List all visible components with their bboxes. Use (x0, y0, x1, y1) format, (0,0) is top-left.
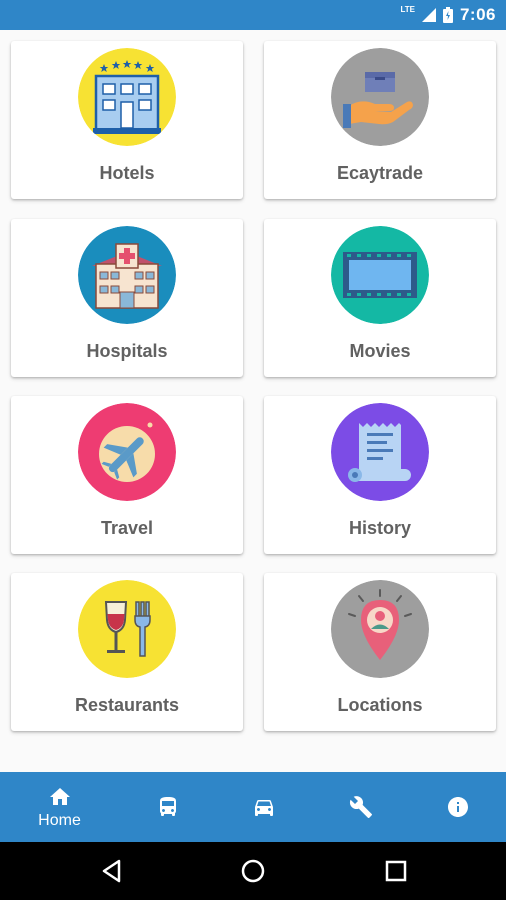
nav-services[interactable] (310, 772, 411, 842)
home-system-button[interactable] (239, 857, 267, 885)
car-icon (254, 800, 273, 816)
bus-icon (159, 797, 176, 816)
card-hospitals[interactable]: Hospitals (11, 219, 243, 377)
hotel-icon (78, 48, 176, 146)
system-navigation-bar (0, 842, 506, 900)
location-pin-icon (331, 580, 429, 678)
trade-icon (331, 48, 429, 146)
wrench-icon (349, 796, 372, 818)
card-label: Ecaytrade (336, 163, 424, 183)
airplane-icon (78, 403, 176, 501)
bottom-navigation: Home (0, 772, 506, 842)
card-movies[interactable]: Movies (264, 219, 496, 377)
nav-taxi[interactable] (213, 772, 314, 842)
card-locations[interactable]: Locations (264, 573, 496, 731)
card-travel[interactable]: Travel (11, 396, 243, 554)
status-icons: LTE 7:06 (400, 0, 496, 30)
card-label: Locations (337, 695, 423, 715)
home-icon (49, 787, 70, 805)
card-restaurants[interactable]: Restaurants (11, 573, 243, 731)
hospital-icon (78, 226, 176, 324)
card-label: Movies (349, 341, 411, 361)
card-label: Hospitals (86, 341, 168, 361)
scroll-icon (331, 403, 429, 501)
info-icon (447, 797, 468, 817)
nav-bus[interactable] (117, 772, 218, 842)
nav-home-label: Home (38, 811, 81, 829)
clock: 7:06 (459, 5, 496, 24)
battery-icon (442, 7, 453, 23)
back-triangle-icon (102, 859, 121, 883)
card-history[interactable]: History (264, 396, 496, 554)
recents-square-icon (385, 860, 407, 882)
category-grid: Hotels Ecaytrade Hospitals Movies Travel… (0, 30, 506, 772)
card-hotels[interactable]: Hotels (11, 41, 243, 199)
card-label: Travel (100, 518, 154, 538)
film-icon (331, 226, 429, 324)
status-bar: LTE 7:06 (0, 0, 506, 30)
card-label: Hotels (99, 163, 155, 183)
card-label: History (348, 518, 411, 538)
back-button[interactable] (98, 857, 126, 885)
wine-fork-icon (78, 580, 176, 678)
recents-button[interactable] (382, 857, 410, 885)
network-type-label: LTE (400, 4, 415, 14)
nav-home[interactable]: Home (9, 772, 110, 842)
card-label: Restaurants (74, 695, 180, 715)
nav-info[interactable] (407, 772, 506, 842)
home-circle-icon (241, 859, 265, 883)
card-ecaytrade[interactable]: Ecaytrade (264, 41, 496, 199)
signal-icon (421, 8, 436, 22)
